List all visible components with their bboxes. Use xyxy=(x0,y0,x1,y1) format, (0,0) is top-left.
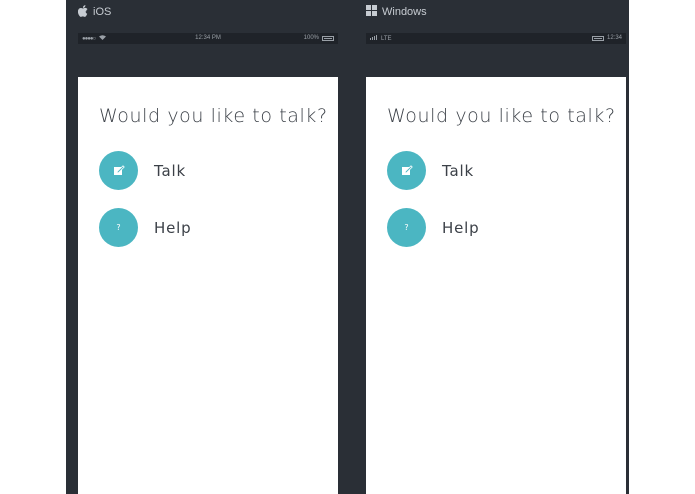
windows-status-time: 12:34 xyxy=(606,35,622,41)
comparison-stage: iOS ●●●●○ 12:34 PM 100% Would you like t… xyxy=(66,0,629,494)
help-label: Help xyxy=(154,218,192,237)
panel-divider xyxy=(347,0,356,494)
help-label: Help xyxy=(442,218,480,237)
windows-navbar xyxy=(366,44,626,77)
battery-icon xyxy=(591,35,604,41)
ios-content: Would you like to talk? Talk ? Help xyxy=(78,77,338,494)
windows-platform-name: Windows xyxy=(382,6,427,18)
help-button[interactable]: ? Help xyxy=(99,208,191,247)
apple-icon xyxy=(77,4,88,20)
question-title: Would you like to talk? xyxy=(99,105,328,127)
question-title: Would you like to talk? xyxy=(387,105,616,127)
signal-bars-icon xyxy=(370,35,377,42)
compose-icon[interactable] xyxy=(387,151,426,190)
ios-status-time: 12:34 PM xyxy=(195,35,221,41)
windows-panel: Windows LTE 12:34 Would you like to talk… xyxy=(356,0,638,494)
network-type: LTE xyxy=(381,35,392,42)
windows-icon xyxy=(366,5,377,19)
question-icon[interactable]: ? xyxy=(99,208,138,247)
talk-button[interactable]: Talk xyxy=(387,151,474,190)
question-glyph: ? xyxy=(404,223,409,232)
help-button[interactable]: ? Help xyxy=(387,208,479,247)
battery-icon xyxy=(322,35,334,41)
windows-phone: LTE 12:34 Would you like to talk? Talk ?… xyxy=(366,33,626,494)
ios-panel: iOS ●●●●○ 12:34 PM 100% Would you like t… xyxy=(66,0,348,494)
talk-button[interactable]: Talk xyxy=(99,151,186,190)
windows-platform-label: Windows xyxy=(366,4,427,20)
question-icon[interactable]: ? xyxy=(387,208,426,247)
ios-navbar xyxy=(78,44,338,77)
ios-statusbar: ●●●●○ 12:34 PM 100% xyxy=(78,33,338,44)
battery-percent: 100% xyxy=(303,35,319,41)
ios-platform-label: iOS xyxy=(77,4,112,20)
compose-icon[interactable] xyxy=(99,151,138,190)
windows-statusbar: LTE 12:34 xyxy=(366,33,626,44)
ios-platform-name: iOS xyxy=(93,6,112,18)
talk-label: Talk xyxy=(154,161,186,180)
windows-content: Would you like to talk? Talk ? Help xyxy=(366,77,626,494)
talk-label: Talk xyxy=(442,161,474,180)
ios-phone: ●●●●○ 12:34 PM 100% Would you like to ta… xyxy=(78,33,338,494)
question-glyph: ? xyxy=(116,223,121,232)
